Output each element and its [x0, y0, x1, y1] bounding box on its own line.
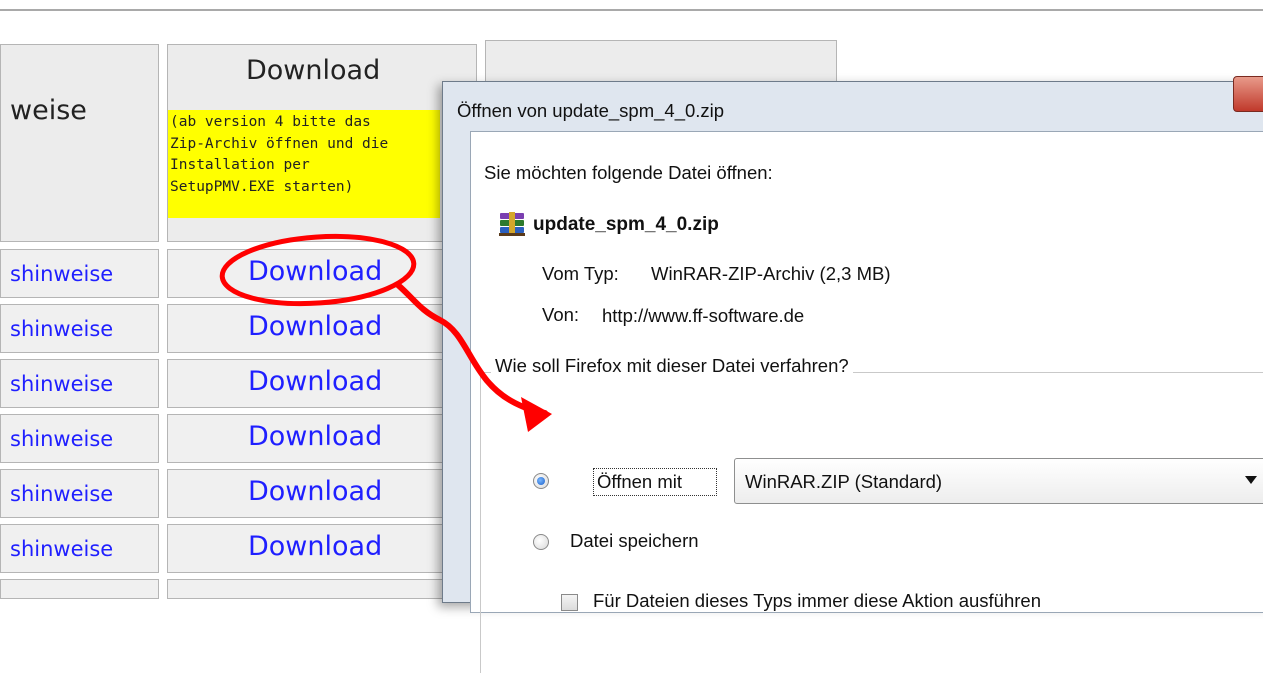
- dialog-prompt: Sie möchten folgende Datei öffnen:: [484, 162, 773, 183]
- download-link[interactable]: Download: [248, 311, 382, 342]
- hinweise-link[interactable]: shinweise: [10, 427, 113, 451]
- winrar-archive-icon: [499, 212, 525, 236]
- type-value: WinRAR-ZIP-Archiv (2,3 MB): [651, 263, 891, 284]
- file-name: update_spm_4_0.zip: [533, 214, 719, 235]
- download-link[interactable]: Download: [248, 476, 382, 507]
- dialog-body: Sie möchten folgende Datei öffnen: updat…: [470, 131, 1263, 673]
- header-hinweise: weise: [10, 95, 87, 126]
- save-file-label[interactable]: Datei speichern: [570, 530, 699, 552]
- application-select[interactable]: WinRAR.ZIP (Standard): [734, 458, 1263, 504]
- table-row: [0, 579, 159, 599]
- always-do-label[interactable]: Für Dateien dieses Typs immer diese Akti…: [593, 590, 1041, 612]
- open-file-dialog: Öffnen von update_spm_4_0.zip Sie möchte…: [442, 76, 1263, 673]
- download-note: (ab version 4 bitte das Zip-Archiv öffne…: [168, 110, 440, 218]
- hinweise-link[interactable]: shinweise: [10, 537, 113, 561]
- from-label: Von:: [542, 304, 580, 325]
- hinweise-link[interactable]: shinweise: [10, 482, 113, 506]
- table-row: [167, 579, 477, 599]
- download-link[interactable]: Download: [248, 256, 382, 287]
- header-download: Download: [246, 55, 381, 86]
- open-with-radio[interactable]: [533, 473, 549, 489]
- dropdown-arrow-icon[interactable]: [1245, 476, 1257, 484]
- download-link[interactable]: Download: [248, 421, 382, 452]
- type-label: Vom Typ:: [542, 263, 619, 284]
- note-line: SetupPMV.EXE starten): [170, 178, 354, 195]
- note-line: (ab version 4 bitte das: [170, 114, 371, 130]
- application-select-value: WinRAR.ZIP (Standard): [745, 471, 943, 492]
- note-line: Installation per: [170, 157, 310, 173]
- dialog-title: Öffnen von update_spm_4_0.zip: [457, 100, 725, 121]
- from-value: http://www.ff-software.de: [602, 305, 805, 326]
- radio-selected-dot: [537, 477, 545, 485]
- always-do-checkbox[interactable]: [561, 594, 578, 611]
- open-with-label[interactable]: Öffnen mit: [597, 471, 682, 493]
- hinweise-link[interactable]: shinweise: [10, 372, 113, 396]
- note-line: Zip-Archiv öffnen und die: [170, 135, 389, 152]
- browser-top-edge: [0, 0, 1263, 11]
- action-group: [480, 372, 1263, 673]
- save-file-radio[interactable]: [533, 534, 549, 550]
- hinweise-link[interactable]: shinweise: [10, 262, 113, 286]
- download-link[interactable]: Download: [248, 531, 382, 562]
- header-cell-hinweise: [0, 44, 159, 242]
- action-question: Wie soll Firefox mit dieser Datei verfah…: [491, 355, 853, 377]
- hinweise-link[interactable]: shinweise: [10, 317, 113, 341]
- close-button[interactable]: [1233, 76, 1263, 112]
- download-link[interactable]: Download: [248, 366, 382, 397]
